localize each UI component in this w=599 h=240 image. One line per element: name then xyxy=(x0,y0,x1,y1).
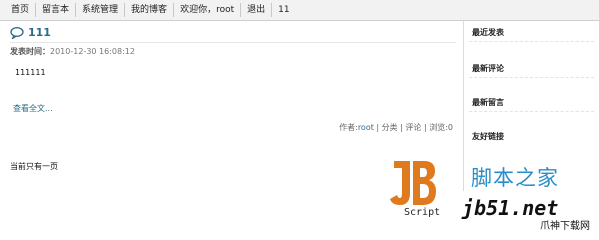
post-title-link[interactable]: 111 xyxy=(28,26,51,39)
top-nav: 首页 留言本 系统管理 我的博客 欢迎你，root 退出 11 xyxy=(5,2,296,18)
post-meta: 发表时间：2010-12-30 16:08:12 xyxy=(10,46,135,57)
author-link[interactable]: root xyxy=(358,123,374,132)
title-divider xyxy=(10,42,456,43)
nav-welcome-text: 欢迎你，root xyxy=(174,3,242,17)
nav-home-link[interactable]: 首页 xyxy=(5,3,37,17)
nav-system-admin-link[interactable]: 系统管理 xyxy=(76,3,126,17)
read-more-link[interactable]: 查看全文... xyxy=(13,103,53,114)
post-body: 111111 xyxy=(15,68,46,77)
top-nav-bar: 首页 留言本 系统管理 我的博客 欢迎你，root 退出 11 xyxy=(0,0,599,21)
post-footer-meta: 作者:root | 分类 | 评论 | 浏览:0 xyxy=(339,122,453,133)
post-date-value: 2010-12-30 16:08:12 xyxy=(50,47,135,56)
nav-my-blog-link[interactable]: 我的博客 xyxy=(125,3,175,17)
pagination-text: 当前只有一页 xyxy=(10,162,58,171)
post-stats: | 分类 | 评论 | 浏览:0 xyxy=(373,123,453,132)
nav-extra-link[interactable]: 11 xyxy=(272,3,295,17)
watermark-site-name: 脚本之家 xyxy=(471,166,559,190)
sidebar-divider xyxy=(469,77,594,78)
sidebar-heading-friend-links: 友好链接 xyxy=(472,132,504,141)
sidebar-divider xyxy=(469,41,594,42)
watermark-script-label: Script xyxy=(404,207,441,218)
sidebar-heading-latest-comments: 最新评论 xyxy=(472,64,504,73)
author-label: 作者: xyxy=(339,123,358,132)
nav-guestbook-link[interactable]: 留言本 xyxy=(36,3,77,17)
sidebar-heading-recent-posts: 最近发表 xyxy=(472,28,504,37)
post-date-label: 发表时间： xyxy=(10,47,50,56)
sidebar-heading-latest-messages: 最新留言 xyxy=(472,98,504,107)
sidebar-divider xyxy=(469,111,594,112)
nav-logout-link[interactable]: 退出 xyxy=(241,3,273,17)
post-header: 111 xyxy=(10,26,51,39)
watermark-small-text: 爪神下载网 xyxy=(540,221,590,232)
speech-bubble-icon xyxy=(10,26,24,39)
